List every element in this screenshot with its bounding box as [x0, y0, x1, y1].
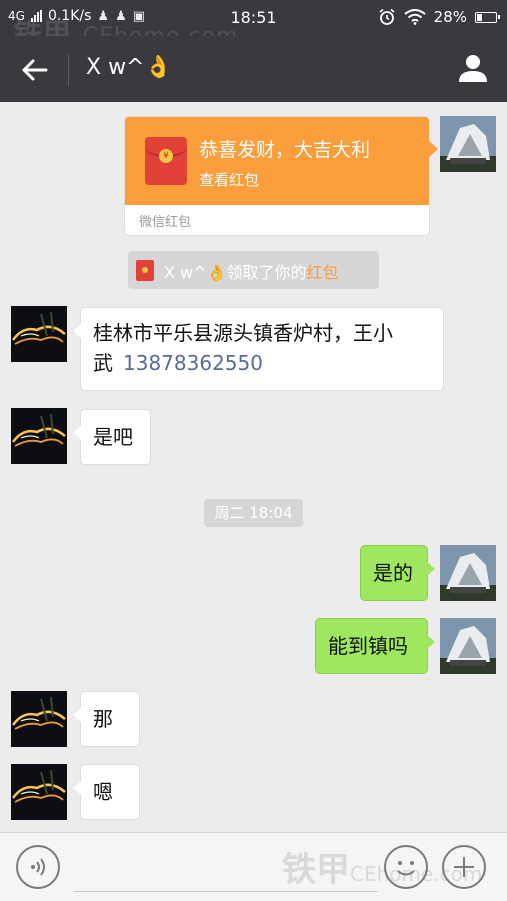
red-packet-top: ¥ 恭喜发财，大吉大利 查看红包: [125, 117, 429, 205]
red-packet-title: 恭喜发财，大吉大利: [199, 139, 371, 161]
message-text: 能到镇吗: [328, 634, 408, 658]
claim-notice-text: X w^👌领取了你的: [164, 263, 307, 282]
profile-button[interactable]: [455, 50, 491, 86]
address-line-2: 武: [93, 351, 113, 375]
back-arrow-icon: [22, 59, 48, 81]
message-text: 是的: [373, 561, 413, 585]
address-line-1: 桂林市平乐县源头镇香炉村，王小: [93, 321, 393, 345]
back-button[interactable]: [14, 50, 54, 90]
my-avatar[interactable]: [440, 618, 496, 674]
message-received[interactable]: 那: [73, 691, 140, 747]
message-text: 那: [93, 707, 113, 731]
voice-icon: [31, 858, 45, 876]
claim-notice-link[interactable]: 红包: [306, 263, 338, 282]
address-line-2-wrap: 武 13878362550: [93, 348, 431, 378]
red-packet-message[interactable]: ¥ 恭喜发财，大吉大利 查看红包 微信红包: [124, 116, 438, 236]
user-profile-icon: [459, 55, 487, 82]
status-right: 28%: [378, 8, 500, 26]
mini-red-packet-icon: [136, 260, 154, 281]
contact-avatar[interactable]: [11, 764, 67, 820]
red-packet-claim-notice: X w^👌领取了你的红包: [128, 251, 379, 289]
red-packet-icon: ¥: [145, 137, 187, 185]
wifi-icon: [404, 9, 426, 25]
message-text: 是吧: [93, 425, 133, 449]
emoji-icon: [397, 861, 415, 876]
emoji-button[interactable]: [384, 845, 428, 889]
message-received[interactable]: 嗯: [73, 764, 140, 820]
contact-avatar[interactable]: [11, 306, 67, 362]
alarm-icon: [379, 8, 395, 25]
message-received[interactable]: 是吧: [73, 409, 151, 465]
message-sent[interactable]: 能到镇吗: [315, 618, 435, 674]
message-input[interactable]: [74, 843, 378, 892]
red-packet-subtitle: 查看红包: [199, 171, 260, 189]
more-button[interactable]: [442, 845, 486, 889]
battery-icon: [475, 11, 500, 23]
red-packet-footer: 微信红包: [139, 215, 192, 230]
message-text: 嗯: [93, 780, 113, 804]
contact-avatar[interactable]: [11, 691, 67, 747]
message-sent[interactable]: 是的: [360, 545, 435, 601]
chat-title: X w^👌: [86, 55, 172, 80]
battery-percent: 28%: [433, 8, 467, 26]
status-bar: 4G 0.1K/s ♟ ♟ ▣ 18:51 28%: [0, 0, 507, 36]
my-avatar[interactable]: [440, 545, 496, 601]
input-bar: [0, 832, 507, 901]
message-address[interactable]: 桂林市平乐县源头镇香炉村，王小 武 13878362550: [73, 307, 444, 391]
phone-number-link[interactable]: 13878362550: [123, 351, 263, 375]
my-avatar[interactable]: [440, 116, 496, 172]
title-bar: X w^👌: [0, 36, 507, 102]
battery-level: [477, 13, 482, 21]
contact-avatar[interactable]: [11, 408, 67, 464]
voice-button[interactable]: [16, 845, 60, 889]
timestamp-notice: 周二 18:04: [204, 499, 303, 527]
title-divider: [68, 54, 69, 86]
